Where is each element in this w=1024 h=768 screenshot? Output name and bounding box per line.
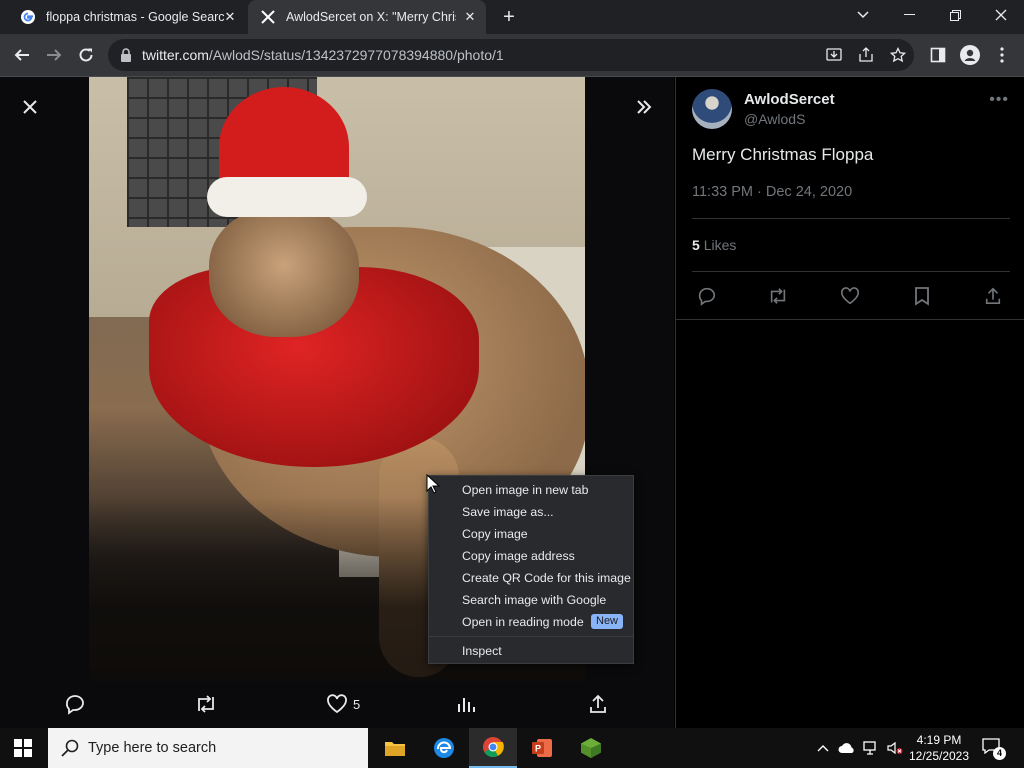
clock-date: 12/25/2023	[908, 749, 970, 763]
edge-browser-icon[interactable]	[420, 728, 468, 768]
like-button[interactable]: 5	[326, 692, 360, 716]
photo-actions-bar: 5	[0, 684, 674, 724]
notification-count: 4	[993, 747, 1006, 760]
back-icon[interactable]	[10, 43, 34, 67]
divider	[692, 271, 1010, 272]
x-logo-icon	[260, 9, 276, 25]
share-icon	[590, 694, 606, 713]
analytics-icon	[458, 698, 475, 712]
search-icon	[61, 739, 79, 757]
more-options-icon[interactable]: •••	[989, 91, 1009, 109]
menu-search-image-google[interactable]: Search image with Google	[429, 589, 633, 611]
tab-google-search[interactable]: floppa christmas - Google Searc ✕	[8, 0, 246, 34]
display-name[interactable]: AwlodSercet	[744, 91, 835, 108]
close-tab-icon[interactable]: ✕	[462, 9, 478, 25]
repost-icon[interactable]	[767, 285, 789, 307]
expand-sidebar-icon[interactable]	[632, 95, 656, 119]
menu-open-image-new-tab[interactable]: Open image in new tab	[429, 479, 633, 501]
menu-save-image-as[interactable]: Save image as...	[429, 501, 633, 523]
menu-copy-image[interactable]: Copy image	[429, 523, 633, 545]
onedrive-icon[interactable]	[838, 739, 856, 757]
tweet-timestamp[interactable]: 11:33 PM · Dec 24, 2020	[692, 184, 852, 200]
url-text: twitter.com/AwlodS/status/13423729770783…	[142, 47, 504, 63]
tweet-text: Merry Christmas Floppa	[692, 145, 874, 164]
tab-strip: floppa christmas - Google Searc ✕ AwlodS…	[0, 0, 1024, 34]
share-icon[interactable]	[856, 45, 876, 65]
network-icon[interactable]	[862, 739, 880, 757]
menu-open-reading-mode[interactable]: Open in reading mode New	[429, 611, 633, 633]
new-tab-button[interactable]: +	[498, 6, 520, 28]
address-bar[interactable]: twitter.com/AwlodS/status/13423729770783…	[108, 39, 914, 71]
volume-muted-icon[interactable]	[886, 739, 904, 757]
svg-text:P: P	[535, 744, 541, 754]
browser-toolbar: twitter.com/AwlodS/status/13423729770783…	[0, 34, 1024, 77]
notification-center-icon[interactable]: 4	[982, 738, 1006, 760]
reply-button[interactable]	[64, 692, 86, 716]
reply-icon	[66, 695, 84, 715]
powerpoint-icon[interactable]: P	[518, 728, 566, 768]
clock-time: 4:19 PM	[916, 733, 962, 747]
heart-icon	[327, 694, 347, 714]
bookmark-star-icon[interactable]	[888, 45, 908, 65]
side-panel-icon[interactable]	[926, 43, 950, 67]
minecraft-icon[interactable]	[567, 728, 615, 768]
image-context-menu: Open image in new tab Save image as... C…	[428, 475, 634, 664]
file-explorer-icon[interactable]	[371, 728, 419, 768]
divider	[692, 218, 1010, 219]
menu-create-qr-code[interactable]: Create QR Code for this image	[429, 567, 633, 589]
share-icon[interactable]	[982, 285, 1004, 307]
avatar[interactable]	[692, 89, 732, 129]
repost-button[interactable]	[194, 692, 218, 716]
forward-icon[interactable]	[42, 43, 66, 67]
reload-icon[interactable]	[74, 43, 98, 67]
windows-start-icon[interactable]	[14, 739, 32, 757]
install-app-icon[interactable]	[824, 45, 844, 65]
divider	[676, 319, 1024, 320]
lock-icon[interactable]	[120, 48, 132, 67]
google-icon	[20, 9, 36, 25]
menu-separator	[429, 636, 633, 637]
views-button[interactable]	[456, 692, 476, 716]
system-clock[interactable]: 4:19 PM 12/25/2023	[906, 732, 972, 764]
menu-inspect[interactable]: Inspect	[429, 640, 633, 662]
tab-search-icon[interactable]	[840, 0, 886, 30]
reply-icon[interactable]	[696, 285, 718, 307]
restore-button[interactable]	[932, 0, 978, 30]
show-hidden-icons[interactable]	[814, 739, 832, 757]
like-count: 5	[353, 696, 361, 712]
heart-icon[interactable]	[839, 285, 861, 307]
tab-twitter[interactable]: AwlodSercet on X: "Merry Christ ✕	[248, 0, 486, 34]
close-window-button[interactable]	[978, 0, 1024, 30]
taskbar-search-box[interactable]: Type here to search	[48, 728, 368, 768]
share-button[interactable]	[588, 692, 608, 716]
user-handle[interactable]: @AwlodS	[744, 111, 805, 127]
menu-copy-image-address[interactable]: Copy image address	[429, 545, 633, 567]
tab-title: AwlodSercet on X: "Merry Christ	[286, 10, 456, 24]
likes-summary[interactable]: 5 Likes	[692, 237, 736, 253]
repost-icon	[198, 695, 214, 713]
close-icon[interactable]	[18, 95, 42, 119]
minimize-button[interactable]	[886, 0, 932, 30]
chrome-menu-icon[interactable]	[990, 43, 1014, 67]
profile-icon[interactable]	[958, 43, 982, 67]
bookmark-icon[interactable]	[911, 285, 933, 307]
windows-taskbar: Type here to search P 4:19 PM 12/25/2023…	[0, 728, 1024, 768]
close-tab-icon[interactable]: ✕	[222, 9, 238, 25]
tab-title: floppa christmas - Google Searc	[46, 10, 225, 24]
mouse-cursor-icon	[426, 474, 440, 494]
chrome-browser-icon[interactable]	[469, 728, 517, 768]
tweet-panel: AwlodSercet @AwlodS ••• Merry Christmas …	[675, 77, 1024, 728]
search-placeholder: Type here to search	[88, 740, 217, 756]
new-badge: New	[591, 614, 624, 629]
